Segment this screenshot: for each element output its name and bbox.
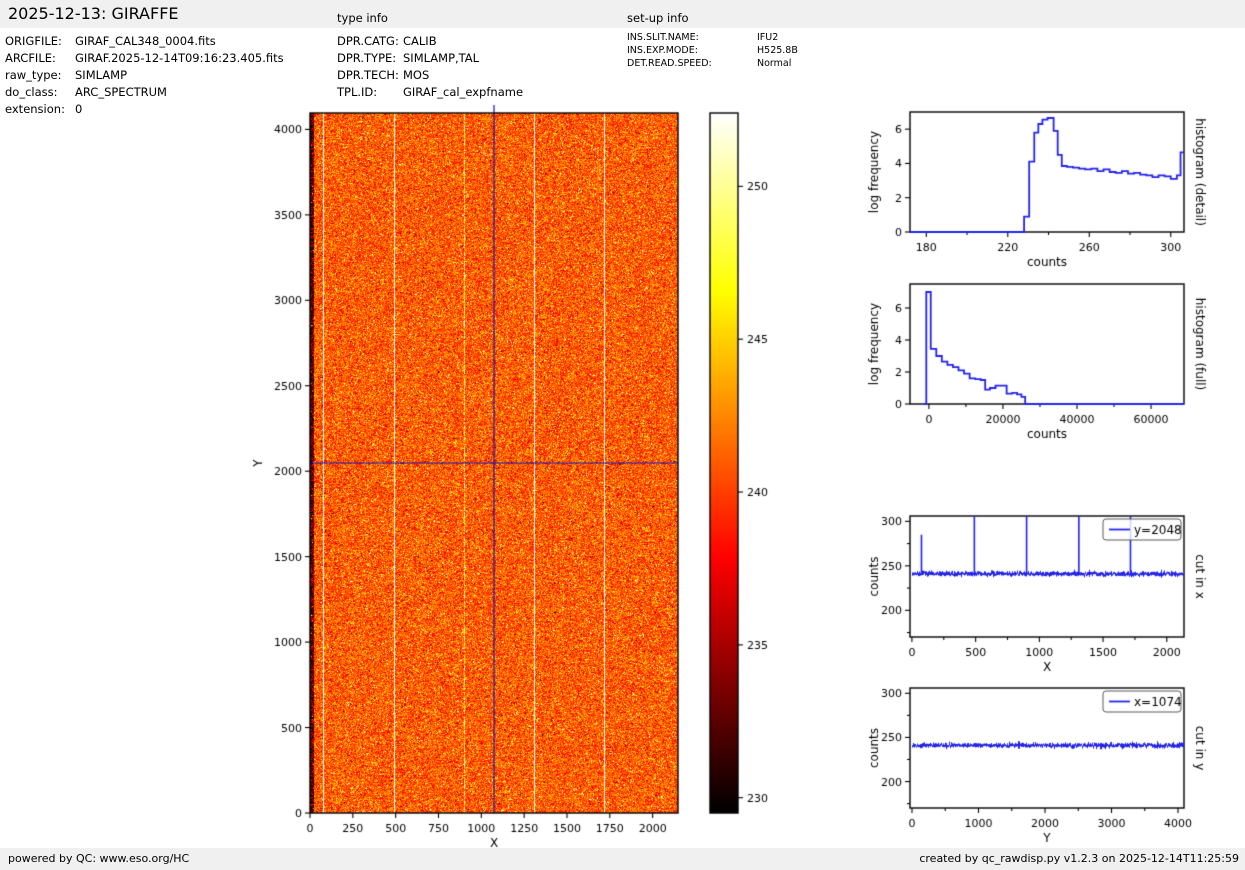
metadata-row: do_class:ARC_SPECTRUM [5,84,284,101]
setup-info-heading: set-up info [627,11,689,25]
metadata-value: GIRAF_CAL348_0004.fits [75,33,216,50]
type-info-label: DPR.TECH: [337,67,403,84]
metadata-value: ARC_SPECTRUM [75,84,167,101]
histogram-detail-plot [860,95,1245,280]
setup-info-block: INS.SLIT.NAME:IFU2INS.EXP.MODE:H525.8BDE… [627,32,798,70]
type-info-row: DPR.CATG:CALIB [337,33,523,50]
setup-info-label: INS.EXP.MODE: [627,45,757,58]
metadata-label: ORIGFILE: [5,33,75,50]
cut-in-y-plot [860,671,1245,856]
type-info-label: TPL.ID: [337,84,403,101]
metadata-label: do_class: [5,84,75,101]
metadata-value: 0 [75,101,82,118]
setup-info-label: DET.READ.SPEED: [627,58,757,71]
page-title: 2025-12-13: GIRAFFE [8,4,179,23]
footer-created-by: created by qc_rawdisp.py v1.2.3 on 2025-… [919,852,1239,865]
setup-info-label: INS.SLIT.NAME: [627,32,757,45]
histogram-full-plot [860,267,1245,452]
setup-info-row: INS.EXP.MODE:H525.8B [627,45,798,58]
type-info-value: CALIB [403,33,437,50]
setup-info-value: Normal [757,58,791,71]
metadata-value: GIRAF.2025-12-14T09:16:23.405.fits [75,50,284,67]
setup-info-value: IFU2 [757,32,778,45]
type-info-row: DPR.TYPE:SIMLAMP,TAL [337,50,523,67]
type-info-heading: type info [337,11,388,25]
type-info-row: DPR.TECH:MOS [337,67,523,84]
type-info-value: MOS [403,67,429,84]
setup-info-value: H525.8B [757,45,798,58]
qc-report-page: 2025-12-13: GIRAFFE type info set-up inf… [0,0,1245,870]
raw-image-plot [240,100,700,860]
footer-powered-by: powered by QC: www.eso.org/HC [8,852,189,865]
type-info-label: DPR.CATG: [337,33,403,50]
type-info-block: DPR.CATG:CALIBDPR.TYPE:SIMLAMP,TALDPR.TE… [337,33,523,101]
cut-in-x-plot [860,499,1245,684]
metadata-row: ARCFILE:GIRAF.2025-12-14T09:16:23.405.fi… [5,50,284,67]
metadata-value: SIMLAMP [75,67,127,84]
metadata-row: ORIGFILE:GIRAF_CAL348_0004.fits [5,33,284,50]
metadata-label: ARCFILE: [5,50,75,67]
metadata-row: raw_type:SIMLAMP [5,67,284,84]
type-info-value: SIMLAMP,TAL [403,50,479,67]
setup-info-row: DET.READ.SPEED:Normal [627,58,798,71]
setup-info-row: INS.SLIT.NAME:IFU2 [627,32,798,45]
type-info-row: TPL.ID:GIRAF_cal_expfname [337,84,523,101]
type-info-value: GIRAF_cal_expfname [403,84,523,101]
metadata-label: extension: [5,101,75,118]
metadata-label: raw_type: [5,67,75,84]
header-bar: 2025-12-13: GIRAFFE type info set-up inf… [0,0,1245,28]
footer-bar: powered by QC: www.eso.org/HC created by… [0,848,1245,870]
colorbar [700,100,800,860]
type-info-label: DPR.TYPE: [337,50,403,67]
